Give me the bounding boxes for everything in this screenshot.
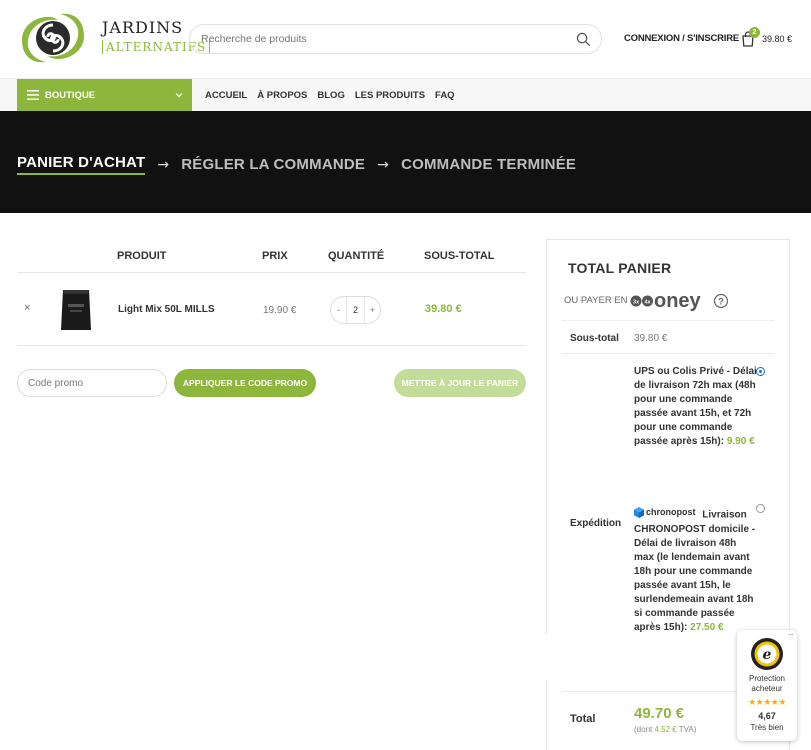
trusted-shops-seal-icon: e (751, 638, 783, 670)
chevron-down-icon (175, 93, 183, 98)
column-header-product: PRODUIT (117, 250, 167, 262)
quantity-decrease-button[interactable]: - (331, 305, 346, 315)
rating-label: Très bien (750, 723, 784, 732)
site-logo[interactable]: JARDINS ALTERNATIFS (18, 10, 211, 66)
chronopost-brand: chronopost (646, 507, 696, 517)
step-arrow-icon: → (157, 156, 170, 173)
login-register-link[interactable]: CONNEXION / S'INSCRIRE (624, 33, 739, 44)
tax-note-prefix: (dont (634, 725, 653, 734)
quantity-stepper: - 2 + (330, 296, 381, 324)
column-header-price: PRIX (262, 250, 288, 262)
update-cart-button[interactable]: METTRE À JOUR LE PANIER (394, 369, 526, 397)
shipping-option-chronopost[interactable]: chronopost Livraison CHRONOPOST domicile… (634, 505, 758, 635)
chronopost-logo: chronopost (634, 505, 696, 519)
totals-divider (562, 353, 774, 354)
shipping-option-chronopost-price: 27.50 € (690, 621, 724, 633)
chronopost-cube-icon (634, 506, 644, 518)
cart-total-amount[interactable]: 39.80 € (762, 34, 792, 44)
order-total-value: 49.70 € (634, 705, 685, 722)
total-label: Total (570, 713, 596, 725)
shipping-option-ups-price: 9.90 € (726, 436, 755, 447)
svg-text:3x: 3x (633, 300, 640, 306)
svg-text:e: e (763, 647, 772, 663)
oney-payment-logo[interactable]: 3x 4x oney ? (630, 290, 730, 312)
totals-divider (562, 320, 774, 321)
nav-link-about[interactable]: À PROPOS (257, 90, 307, 101)
shipping-option-ups[interactable]: UPS ou Colis Privé - Délai de livraison … (634, 365, 758, 449)
product-thumbnail[interactable] (60, 286, 92, 332)
subtotal-label: Sous-total (570, 333, 619, 344)
tax-note-suffix: TVA) (678, 725, 697, 734)
site-header: JARDINS ALTERNATIFS CONNEXION / S'INSCRI… (0, 0, 811, 78)
promo-code-input[interactable] (18, 370, 158, 396)
main-nav: BOUTIQUE ACCUEIL À PROPOS BLOG LES PRODU… (0, 78, 811, 112)
shop-menu-label: BOUTIQUE (45, 90, 96, 101)
remove-item-button[interactable]: × (24, 302, 30, 314)
logo-text-jardins: JARDINS (102, 18, 184, 37)
svg-text:?: ? (718, 297, 724, 307)
table-divider (17, 272, 526, 273)
promo-code-field[interactable] (17, 369, 167, 397)
buyer-protection-label: Protection acheteur (748, 674, 786, 693)
pay-with-label: OU PAYER EN (564, 295, 628, 306)
trusted-shops-badge[interactable]: ··· e Protection acheteur ★★★★★ 4,67 Trè… (737, 630, 797, 741)
nav-link-faq[interactable]: FAQ (435, 90, 455, 101)
column-header-quantity: QUANTITÉ (328, 250, 385, 262)
badge-menu-icon[interactable]: ··· (788, 630, 794, 639)
cart-totals-title: TOTAL PANIER (568, 260, 672, 276)
step-arrow-icon: → (377, 156, 390, 173)
apply-promo-button[interactable]: APPLIQUER LE CODE PROMO (174, 369, 316, 397)
step-order-complete: COMMANDE TERMINÉE (401, 156, 577, 173)
shipping-label: Expédition (570, 518, 622, 529)
tax-amount: 4.52 € (654, 725, 677, 734)
step-cart[interactable]: PANIER D'ACHAT (17, 154, 146, 175)
checkout-steps-banner: PANIER D'ACHAT → RÉGLER LA COMMANDE → CO… (0, 111, 811, 213)
checkout-steps: PANIER D'ACHAT → RÉGLER LA COMMANDE → CO… (17, 154, 576, 175)
shipping-radio-ups[interactable] (756, 367, 765, 376)
tax-note: (dont 4.52 € TVA) (634, 725, 696, 734)
svg-text:4x: 4x (644, 300, 651, 306)
search-input[interactable] (190, 25, 550, 53)
subtotal-value: 39.80 € (634, 333, 668, 344)
nav-link-blog[interactable]: BLOG (317, 90, 344, 101)
rating-stars: ★★★★★ (748, 698, 786, 708)
logo-mark-icon (22, 13, 84, 63)
quantity-input[interactable]: 2 (346, 297, 365, 323)
nav-link-products[interactable]: LES PRODUITS (355, 90, 425, 101)
product-subtotal: 39.80 € (425, 303, 462, 315)
column-header-subtotal: SOUS-TOTAL (424, 250, 495, 262)
nav-links: ACCUEIL À PROPOS BLOG LES PRODUITS FAQ (205, 90, 465, 101)
nav-link-home[interactable]: ACCUEIL (205, 90, 247, 101)
search-bar[interactable] (189, 24, 602, 54)
shop-menu-button[interactable]: BOUTIQUE (17, 79, 192, 112)
shipping-radio-chronopost[interactable] (756, 504, 765, 513)
quantity-increase-button[interactable]: + (365, 305, 380, 315)
product-price: 19.90 € (263, 305, 297, 316)
search-icon[interactable] (576, 32, 591, 47)
step-checkout[interactable]: RÉGLER LA COMMANDE (181, 156, 365, 173)
shipping-option-ups-text: UPS ou Colis Privé - Délai de livraison … (634, 366, 757, 447)
rating-score: 4,67 (758, 711, 776, 721)
product-name-link[interactable]: Light Mix 50L MILLS (118, 304, 214, 315)
cart-count-badge: 2 (749, 27, 760, 38)
hamburger-icon (27, 90, 39, 100)
shipping-option-chronopost-text: Livraison CHRONOPOST domicile - Délai de… (634, 509, 756, 633)
table-divider (17, 345, 526, 346)
oney-brand-text: oney (654, 290, 702, 312)
